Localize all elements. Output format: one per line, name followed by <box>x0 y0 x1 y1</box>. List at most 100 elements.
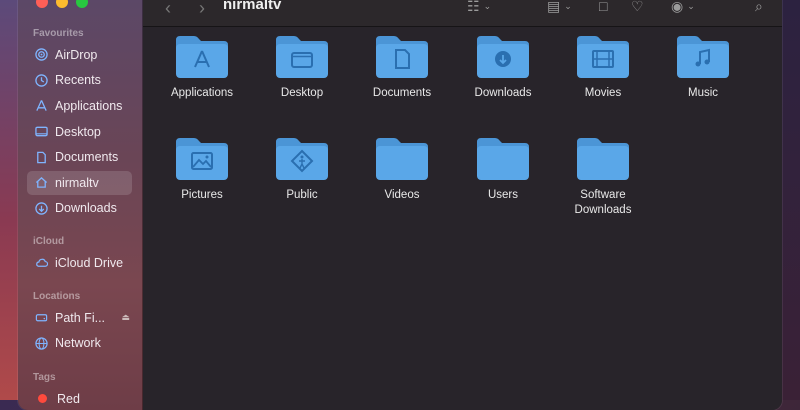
tags-heading: Tags <box>33 372 56 383</box>
folder-icon <box>475 136 531 182</box>
window-title: nirmaltv <box>223 0 282 13</box>
group-button[interactable]: ▤ ⌄ <box>547 0 572 15</box>
folder-item[interactable]: Desktop <box>252 34 352 101</box>
sidebar-item-label: Documents <box>55 150 119 165</box>
sidebar-item-label: AirDrop <box>55 47 98 62</box>
chevron-down-icon: ⌄ <box>687 1 695 11</box>
share-icon: □ <box>599 0 608 14</box>
red-tag-icon <box>38 394 47 404</box>
desktop-wallpaper-left <box>0 0 18 400</box>
zoom-button[interactable] <box>76 0 88 8</box>
sidebar-item-applications[interactable]: Applications <box>18 93 142 119</box>
sidebar-item-airdrop[interactable]: AirDrop <box>18 42 142 68</box>
back-button[interactable]: ‹ <box>165 0 171 19</box>
folder-label: Music <box>687 87 719 99</box>
favourites-section: Favourites AirDrop Recents Applications … <box>18 26 142 221</box>
finder-window: Favourites AirDrop Recents Applications … <box>18 0 782 410</box>
sidebar-item-network[interactable]: Network <box>18 331 142 357</box>
search-icon: ⌕ <box>755 0 763 14</box>
favourites-heading: Favourites <box>33 28 84 39</box>
sidebar-item-documents[interactable]: Documents <box>18 144 142 170</box>
sidebar: Favourites AirDrop Recents Applications … <box>18 0 143 410</box>
sidebar-item-label: Network <box>55 336 101 351</box>
folder-icon <box>374 136 430 182</box>
folder-label: Software Downloads <box>574 189 632 216</box>
sidebar-item-icloud-drive[interactable]: iCloud Drive <box>18 250 142 276</box>
more-icon: ◉ <box>671 0 684 14</box>
download-icon <box>35 202 48 215</box>
sidebar-item-recents[interactable]: Recents <box>18 68 142 94</box>
folder-icon <box>575 136 631 182</box>
chevron-down-icon: ⌄ <box>483 1 492 11</box>
search-button[interactable]: ⌕ <box>755 0 763 15</box>
folder-item[interactable]: Software Downloads <box>553 136 653 218</box>
folder-grid: Applications Desktop Documents Downloads Mov… <box>143 26 782 410</box>
folder-icon <box>675 34 731 80</box>
folder-item[interactable]: Downloads <box>453 34 553 101</box>
sidebar-item-label: nirmaltv <box>55 175 99 190</box>
share-button[interactable]: □ <box>599 0 607 14</box>
tags-section: Tags Red <box>18 370 142 410</box>
folder-item[interactable]: Videos <box>352 136 452 203</box>
folder-icon <box>274 34 330 80</box>
airdrop-icon <box>35 48 48 62</box>
view-mode-button[interactable]: ☷ ⌄ <box>467 0 491 15</box>
folder-item[interactable]: Public <box>252 136 352 203</box>
desktop-wallpaper-right <box>782 0 800 400</box>
close-button[interactable] <box>36 0 48 8</box>
forward-button[interactable]: › <box>199 0 205 19</box>
sidebar-item-downloads[interactable]: Downloads <box>18 196 142 222</box>
sidebar-item-home[interactable]: nirmaltv <box>18 170 142 196</box>
action-button[interactable]: ◉ ⌄ <box>671 0 695 15</box>
document-icon <box>35 151 48 164</box>
sidebar-item-tag-red[interactable]: Red <box>18 386 142 410</box>
home-icon <box>35 176 48 189</box>
eject-icon[interactable]: ⏏ <box>121 312 130 323</box>
folder-item[interactable]: Pictures <box>152 136 252 203</box>
folder-item[interactable]: Documents <box>352 34 452 101</box>
applications-icon <box>35 99 48 112</box>
folder-label: Downloads <box>474 87 532 99</box>
chevron-down-icon: ⌄ <box>564 1 572 11</box>
toolbar: ‹ › nirmaltv ☷ ⌄ ▤ ⌄ □ ♡ ◉ ⌄ ⌕ <box>143 0 782 27</box>
folder-label: Users <box>487 189 519 201</box>
sidebar-item-label: Downloads <box>55 201 117 216</box>
desktop-icon <box>35 125 48 138</box>
tag-button[interactable]: ♡ <box>631 0 644 15</box>
folder-icon <box>475 34 531 80</box>
folder-item[interactable]: Applications <box>152 34 252 101</box>
locations-section: Locations Path Fi... ⏏ Network <box>18 289 142 356</box>
folder-icon <box>274 136 330 182</box>
folder-label: Pictures <box>181 189 223 201</box>
locations-heading: Locations <box>33 291 81 302</box>
content-area: ‹ › nirmaltv ☷ ⌄ ▤ ⌄ □ ♡ ◉ ⌄ ⌕ Applications… <box>143 0 782 410</box>
folder-label: Applications <box>170 87 233 99</box>
cloud-icon <box>35 256 48 269</box>
network-icon <box>35 337 48 350</box>
folder-item[interactable]: Music <box>653 34 753 101</box>
sidebar-item-label: Recents <box>55 73 101 88</box>
sidebar-item-path-finder[interactable]: Path Fi... ⏏ <box>18 305 142 331</box>
folder-icon <box>174 34 230 80</box>
folder-icon <box>374 34 430 80</box>
folder-label: Movies <box>584 87 622 99</box>
clock-icon <box>35 74 48 87</box>
sidebar-item-label: iCloud Drive <box>55 255 124 270</box>
icloud-heading: iCloud <box>33 236 65 247</box>
folder-item[interactable]: Users <box>453 136 553 203</box>
drive-icon <box>35 311 48 324</box>
folder-label: Documents <box>372 87 432 99</box>
folder-label: Desktop <box>280 87 324 99</box>
minimize-button[interactable] <box>56 0 68 8</box>
sidebar-item-desktop[interactable]: Desktop <box>18 119 142 145</box>
group-icon: ▤ <box>547 0 561 14</box>
sidebar-item-label: Red <box>57 391 80 406</box>
window-controls <box>36 0 88 8</box>
folder-icon <box>575 34 631 80</box>
sidebar-item-label: Desktop <box>55 124 101 139</box>
tag-icon: ♡ <box>631 0 644 14</box>
sidebar-item-label: Path Fi... <box>55 310 106 325</box>
icon-view-icon: ☷ <box>467 0 480 14</box>
folder-item[interactable]: Movies <box>553 34 653 101</box>
icloud-section: iCloud iCloud Drive <box>18 234 142 276</box>
